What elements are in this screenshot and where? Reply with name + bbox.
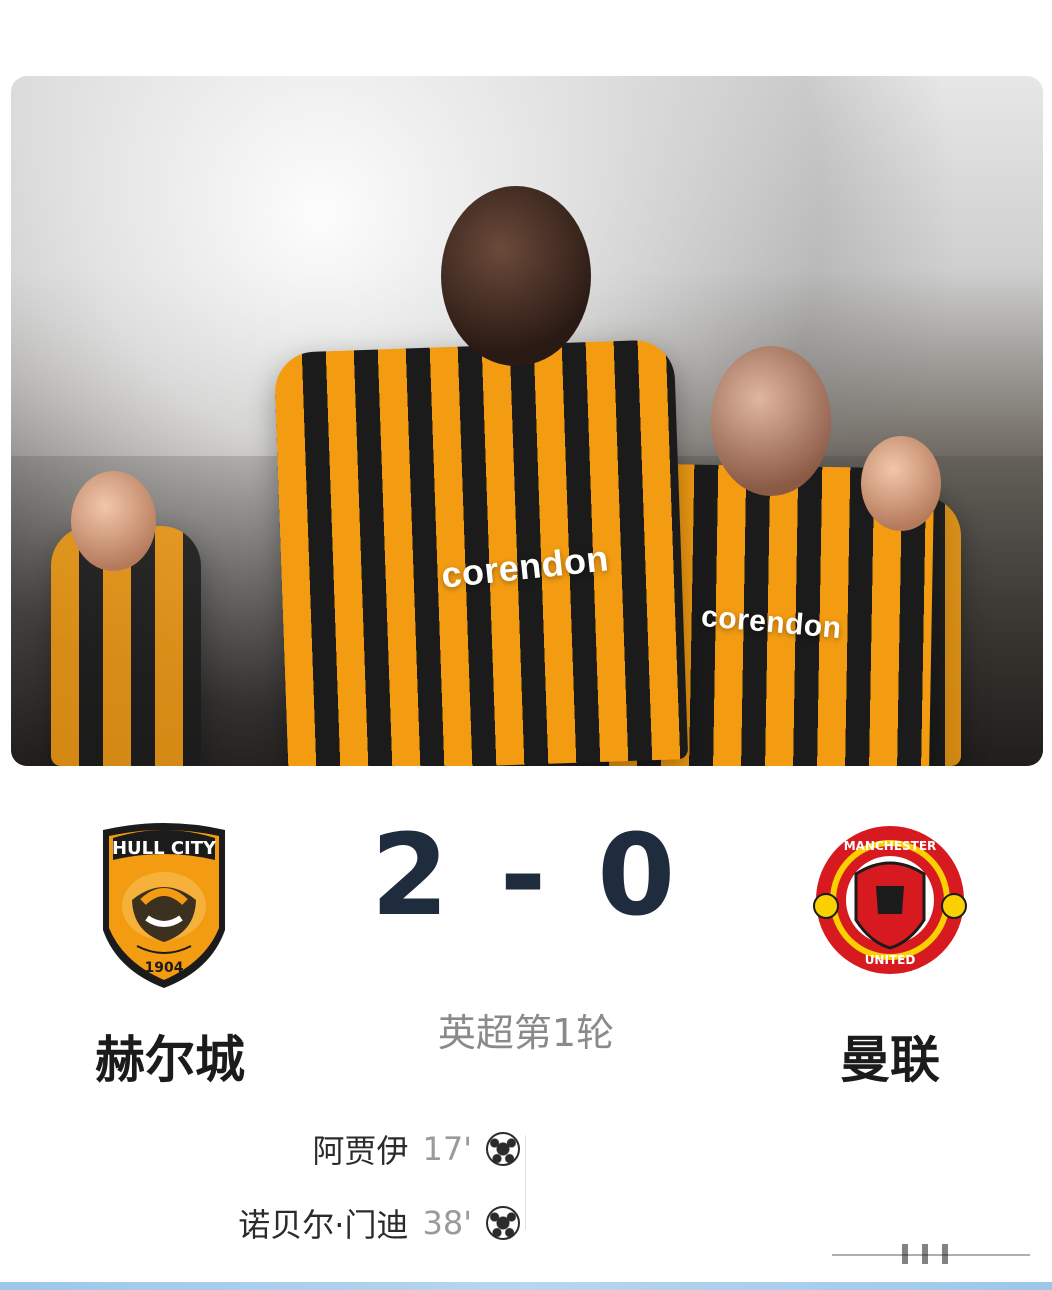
manchester-united-crest-icon: MANCHESTER UNITED xyxy=(813,826,967,974)
player-main-head xyxy=(441,186,591,366)
goal-minute: 38' xyxy=(422,1204,472,1242)
more-icon[interactable] xyxy=(832,1238,1030,1272)
away-team-name: 曼联 xyxy=(840,1031,940,1089)
player-right-head xyxy=(861,436,941,531)
goal-scorer: 诺贝尔·门迪 xyxy=(238,1206,409,1244)
svg-text:HULL CITY: HULL CITY xyxy=(112,838,217,859)
goal-minute: 17' xyxy=(422,1130,472,1168)
goal-scorer: 阿贾伊 xyxy=(312,1132,409,1170)
match-round: 英超第1轮 xyxy=(437,1011,615,1055)
svg-text:MANCHESTER: MANCHESTER xyxy=(844,839,937,853)
events-divider xyxy=(525,1135,526,1230)
goal-event-row: 诺贝尔·门迪 38' xyxy=(140,1186,520,1260)
soccer-ball-icon xyxy=(486,1132,520,1166)
goal-event-row: 阿贾伊 17' xyxy=(140,1112,520,1186)
bottom-accent-bar xyxy=(0,1282,1052,1290)
match-score: 2 - 0 xyxy=(370,811,682,941)
home-team-name: 赫尔城 xyxy=(95,1031,245,1089)
player-left-head xyxy=(71,471,156,571)
hull-city-crest-icon: HULL CITY 1904 xyxy=(103,823,225,988)
hero-photo: corendon corendon xyxy=(11,76,1043,766)
svg-text:1904: 1904 xyxy=(145,960,184,976)
soccer-ball-icon xyxy=(486,1206,520,1240)
player-middle-head xyxy=(711,346,831,496)
svg-text:UNITED: UNITED xyxy=(865,953,916,967)
goal-events: 阿贾伊 17' 诺贝尔·门迪 38' xyxy=(140,1112,520,1260)
